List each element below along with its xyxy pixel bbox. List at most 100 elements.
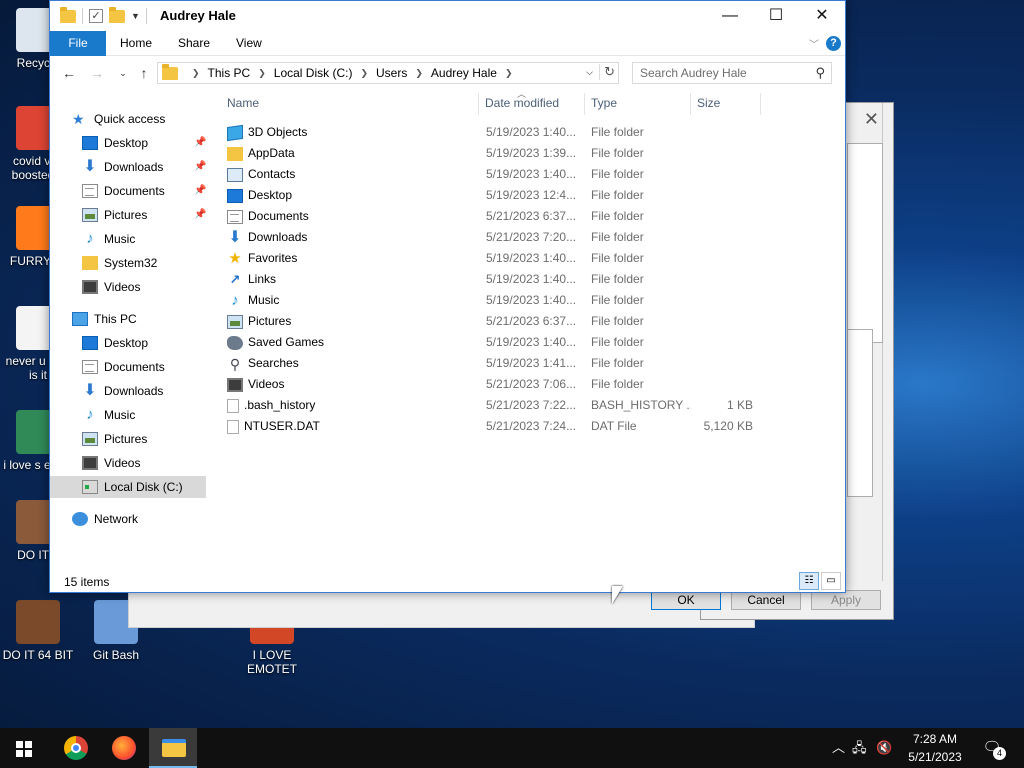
file-row[interactable]: ⬇ Downloads 5/21/2023 7:20... File folder <box>221 227 821 248</box>
minimize-button[interactable]: — <box>707 1 753 31</box>
file-row[interactable]: Pictures 5/21/2023 6:37... File folder <box>221 311 821 332</box>
file-row[interactable]: Desktop 5/19/2023 12:4... File folder <box>221 185 821 206</box>
title-bar[interactable]: ✓ ▼ Audrey Hale — ☐ ✕ <box>50 1 845 31</box>
file-row[interactable]: AppData 5/19/2023 1:39... File folder <box>221 143 821 164</box>
ok-button[interactable]: OK <box>651 590 721 610</box>
quick-access-icon: ★ <box>72 111 85 127</box>
file-row[interactable]: ★ Favorites 5/19/2023 1:40... File folder <box>221 248 821 269</box>
taskbar-file-explorer[interactable] <box>149 728 197 768</box>
properties-icon[interactable]: ✓ <box>89 9 103 23</box>
tab-home[interactable]: Home <box>106 31 166 56</box>
chevron-right-icon[interactable]: ❯ <box>360 68 368 79</box>
breadcrumb-local-disk[interactable]: Local Disk (C:) <box>274 66 353 80</box>
nav-item-label: Music <box>104 232 136 246</box>
file-type: File folder <box>591 251 644 265</box>
nav-network[interactable]: Network <box>50 508 206 530</box>
file-row[interactable]: .bash_history 5/21/2023 7:22... BASH_HISTO… <box>221 395 821 416</box>
documents-icon <box>82 184 98 198</box>
file-size <box>691 185 753 206</box>
dialog-close-button[interactable]: ✕ <box>864 109 879 130</box>
nav-pc-item[interactable]: Documents <box>50 356 206 378</box>
nav-item-label: Desktop <box>104 336 149 350</box>
address-dropdown-icon[interactable]: ⌵ <box>586 67 593 78</box>
file-explorer-window: ✓ ▼ Audrey Hale — ☐ ✕ File Home Share Vi… <box>49 0 846 593</box>
chevron-right-icon[interactable]: ❯ <box>258 68 266 79</box>
refresh-icon[interactable]: ↻ <box>599 64 615 80</box>
column-headers: ︿ Name Date modified Type Size <box>221 89 841 115</box>
file-row[interactable]: 3D Objects 5/19/2023 1:40... File folder <box>221 122 821 143</box>
nav-pc-item[interactable]: ⬇ Downloads <box>50 380 206 402</box>
file-size <box>691 143 753 164</box>
tab-share[interactable]: Share <box>164 31 224 56</box>
file-size <box>691 332 753 353</box>
column-header-date[interactable]: Date modified <box>479 93 585 115</box>
back-button[interactable]: ← <box>59 63 79 83</box>
folder-icon <box>162 63 178 80</box>
file-name: Searches <box>248 356 299 370</box>
nav-qa-videos[interactable]: Videos <box>50 276 206 298</box>
file-row[interactable]: ⚲ Searches 5/19/2023 1:41... File folder <box>221 353 821 374</box>
cancel-button[interactable]: Cancel <box>731 590 801 610</box>
large-icons-view-icon[interactable]: ▭ <box>821 572 841 590</box>
nav-qa-downloads[interactable]: ⬇ Downloads 📌 <box>50 156 206 178</box>
network-icon[interactable]: 🖧 <box>852 728 867 768</box>
search-icon[interactable]: ⚲ <box>815 65 825 81</box>
chevron-right-icon[interactable]: ❯ <box>415 68 423 79</box>
nav-qa-system32[interactable]: System32 <box>50 252 206 274</box>
details-view-icon[interactable]: ☷ <box>799 572 819 590</box>
nav-qa-desktop[interactable]: Desktop 📌 <box>50 132 206 154</box>
forward-button[interactable]: → <box>87 63 107 83</box>
close-button[interactable]: ✕ <box>799 1 845 31</box>
nav-pc-item[interactable]: Pictures <box>50 428 206 450</box>
action-center-icon[interactable]: 🗨 4 <box>980 736 1006 760</box>
nav-quick-access[interactable]: ★ Quick access <box>50 108 206 130</box>
nav-qa-music[interactable]: ♪ Music <box>50 228 206 250</box>
expand-ribbon-icon[interactable]: ﹀ <box>809 36 819 51</box>
up-button[interactable]: ↑ <box>134 63 154 83</box>
customize-toolbar-icon[interactable]: ▼ <box>131 11 140 21</box>
apply-button[interactable]: Apply <box>811 590 881 610</box>
file-row[interactable]: Contacts 5/19/2023 1:40... File folder <box>221 164 821 185</box>
nav-pc-item[interactable]: Local Disk (C:) <box>50 476 206 498</box>
file-type: BASH_HISTORY ... <box>591 398 691 412</box>
nav-qa-pictures[interactable]: Pictures 📌 <box>50 204 206 226</box>
file-row[interactable]: Videos 5/21/2023 7:06... File folder <box>221 374 821 395</box>
help-icon[interactable]: ? <box>826 36 841 51</box>
file-name-cell: Videos <box>227 374 477 395</box>
file-row[interactable]: Documents 5/21/2023 6:37... File folder <box>221 206 821 227</box>
nav-pc-item[interactable]: ♪ Music <box>50 404 206 426</box>
column-header-name[interactable]: Name <box>221 93 479 115</box>
file-row[interactable]: NTUSER.DAT 5/21/2023 7:24... DAT File 5,120… <box>221 416 821 437</box>
breadcrumb-users[interactable]: Users <box>376 66 407 80</box>
column-header-type[interactable]: Type <box>585 93 691 115</box>
volume-muted-icon[interactable]: 🔇 <box>876 728 892 768</box>
chrome-icon <box>64 736 88 760</box>
breadcrumb-this-pc[interactable]: This PC <box>208 66 251 80</box>
maximize-button[interactable]: ☐ <box>753 1 799 31</box>
nav-this-pc[interactable]: This PC <box>50 308 206 330</box>
file-name: 3D Objects <box>248 125 308 139</box>
file-row[interactable]: ↗ Links 5/19/2023 1:40... File folder <box>221 269 821 290</box>
start-button[interactable] <box>0 728 48 768</box>
desktop-shortcut[interactable]: DO IT 64 BIT <box>0 600 76 662</box>
notification-count-badge: 4 <box>993 747 1006 760</box>
taskbar-chrome[interactable] <box>51 728 99 768</box>
tab-view[interactable]: View <box>222 31 276 56</box>
nav-pc-item[interactable]: Desktop <box>50 332 206 354</box>
chevron-right-icon[interactable]: ❯ <box>192 68 200 79</box>
file-row[interactable]: Saved Games 5/19/2023 1:40... File folder <box>221 332 821 353</box>
taskbar-firefox[interactable] <box>99 728 147 768</box>
address-bar[interactable]: ❯ This PC ❯ Local Disk (C:) ❯ Users ❯ Au… <box>157 62 619 84</box>
recent-locations-button[interactable]: ⌄ <box>113 63 133 83</box>
breadcrumb-audrey-hale[interactable]: Audrey Hale <box>431 66 497 80</box>
tab-file[interactable]: File <box>50 31 106 56</box>
clock[interactable]: 7:28 AM 5/21/2023 <box>898 730 972 766</box>
column-header-size[interactable]: Size <box>691 93 761 115</box>
nav-pc-item[interactable]: Videos <box>50 452 206 474</box>
nav-qa-documents[interactable]: Documents 📌 <box>50 180 206 202</box>
file-row[interactable]: ♪ Music 5/19/2023 1:40... File folder <box>221 290 821 311</box>
chevron-right-icon[interactable]: ❯ <box>505 68 513 79</box>
search-input[interactable]: Search Audrey Hale ⚲ <box>632 62 832 84</box>
new-folder-icon[interactable] <box>109 6 125 23</box>
show-hidden-icons-icon[interactable]: ︿ <box>832 728 845 768</box>
